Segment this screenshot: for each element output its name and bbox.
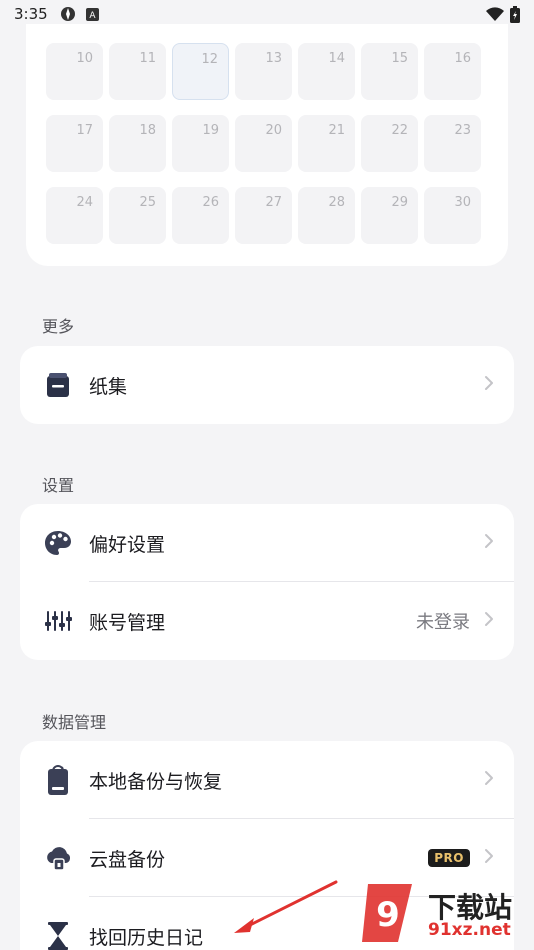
- calendar-day[interactable]: 26: [172, 187, 229, 244]
- calendar-week-row: 24 25 26 27 28 29 30: [46, 187, 481, 244]
- calendar-day[interactable]: 17: [46, 115, 103, 172]
- menu-item-label: 云盘备份: [89, 848, 166, 871]
- calendar-day[interactable]: 24: [46, 187, 103, 244]
- svg-text:9: 9: [376, 895, 400, 935]
- menu-item-local-backup[interactable]: 本地备份与恢复: [20, 741, 514, 819]
- menu-item-paper-collection[interactable]: 纸集: [20, 346, 514, 424]
- login-status: 未登录: [416, 612, 470, 633]
- menu-item-preferences[interactable]: 偏好设置: [20, 504, 514, 582]
- calendar-day[interactable]: 19: [172, 115, 229, 172]
- annotation-arrow: [234, 880, 338, 933]
- svg-text:A: A: [89, 11, 96, 21]
- calendar-day[interactable]: 21: [298, 115, 355, 172]
- section-title-more: 更多: [42, 317, 75, 336]
- calendar-day[interactable]: 27: [235, 187, 292, 244]
- calendar-day[interactable]: 14: [298, 43, 355, 100]
- calendar-day[interactable]: 10: [46, 43, 103, 100]
- calendar-day-today[interactable]: 12: [172, 43, 229, 100]
- calendar-day[interactable]: 18: [109, 115, 166, 172]
- watermark-logo-icon: 9: [362, 884, 412, 942]
- calendar-day[interactable]: 15: [361, 43, 418, 100]
- menu-item-label: 纸集: [89, 375, 128, 398]
- vpn-icon: [60, 7, 75, 21]
- watermark-url: 91xz.net: [428, 920, 511, 940]
- section-title-settings: 设置: [42, 476, 75, 495]
- calendar-day[interactable]: 23: [424, 115, 481, 172]
- pro-badge: PRO: [428, 849, 470, 867]
- calendar-day[interactable]: 22: [361, 115, 418, 172]
- menu-item-account[interactable]: 账号管理 未登录: [20, 582, 514, 660]
- chevron-right-icon: [484, 770, 494, 790]
- chevron-right-icon: [484, 533, 494, 553]
- calendar-day[interactable]: 13: [235, 43, 292, 100]
- calendar-week-row: 10 11 12 13 14 15 16: [46, 43, 481, 100]
- wifi-icon: [486, 7, 504, 21]
- menu-item-label: 本地备份与恢复: [89, 770, 223, 793]
- settings-card: 偏好设置 账号管理 未登录: [20, 504, 514, 660]
- calendar-day[interactable]: 11: [109, 43, 166, 100]
- calendar-day[interactable]: 28: [298, 187, 355, 244]
- calendar-week-row: 17 18 19 20 21 22 23: [46, 115, 481, 172]
- calendar-day[interactable]: 29: [361, 187, 418, 244]
- menu-item-label: 找回历史日记: [89, 926, 204, 949]
- calendar-day[interactable]: 16: [424, 43, 481, 100]
- palette-icon: [44, 529, 72, 557]
- sliders-icon: [44, 607, 72, 635]
- watermark: 9 下载站 91xz.net: [358, 882, 528, 946]
- status-time: 3:35: [14, 5, 48, 23]
- cloud-backup-icon: [44, 844, 72, 872]
- more-card: 纸集: [20, 346, 514, 424]
- chevron-right-icon: [484, 848, 494, 868]
- notebook-icon: [44, 371, 72, 399]
- local-backup-icon: [44, 765, 72, 795]
- a-notification-icon: A: [85, 7, 99, 21]
- calendar-day[interactable]: 25: [109, 187, 166, 244]
- battery-icon: [510, 5, 520, 23]
- calendar-day[interactable]: 20: [235, 115, 292, 172]
- calendar-card: 10 11 12 13 14 15 16 17 18 19 20 21 22 2…: [26, 24, 508, 266]
- hourglass-icon: [44, 922, 72, 950]
- chevron-right-icon: [484, 611, 494, 631]
- menu-item-label: 账号管理: [89, 611, 166, 634]
- chevron-right-icon: [484, 375, 494, 395]
- menu-item-label: 偏好设置: [89, 533, 166, 556]
- calendar-day[interactable]: 30: [424, 187, 481, 244]
- section-title-data: 数据管理: [42, 713, 107, 732]
